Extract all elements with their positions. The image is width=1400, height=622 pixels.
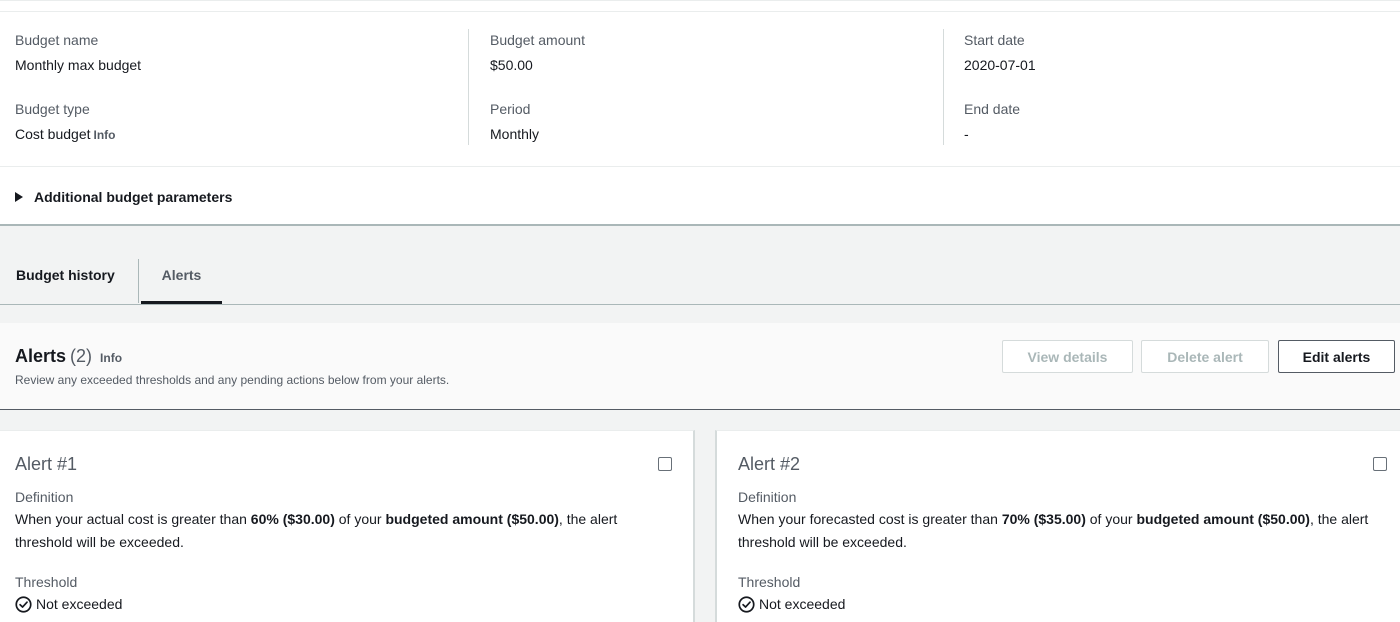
definition-budget-amount: budgeted amount ($50.00) [1136, 511, 1310, 527]
budget-type-value-row: Cost budget Info [15, 125, 455, 144]
definition-budget-amount: budgeted amount ($50.00) [385, 511, 559, 527]
summary-divider [0, 166, 1400, 167]
budget-type-value: Cost budget [15, 126, 91, 142]
additional-budget-parameters-label: Additional budget parameters [34, 189, 233, 205]
view-details-button[interactable]: View details [1002, 340, 1133, 373]
definition-middle: of your [334, 511, 386, 527]
budget-details-page: Budget name Monthly max budget Budget ty… [0, 0, 1400, 622]
threshold-status-text: Not exceeded [759, 596, 846, 612]
budget-type-label: Budget type [15, 101, 90, 117]
definition-label: Definition [738, 489, 797, 505]
alerts-heading: Alerts (2) Info [15, 344, 122, 370]
period-value: Monthly [490, 126, 540, 142]
threshold-label: Threshold [738, 574, 801, 590]
additional-budget-parameters-toggle[interactable]: Additional budget parameters [15, 187, 232, 207]
column-divider [468, 29, 469, 145]
alerts-description: Review any exceeded thresholds and any p… [15, 373, 450, 387]
tab-separator [138, 259, 139, 303]
definition-prefix: When your actual cost is greater than [15, 511, 251, 527]
period-label: Period [490, 101, 531, 117]
tab-budget-history[interactable]: Budget history [16, 256, 115, 294]
definition-threshold: 60% ($30.00) [250, 511, 335, 527]
budget-summary-panel: Budget name Monthly max budget Budget ty… [0, 0, 1400, 226]
edit-alerts-button[interactable]: Edit alerts [1278, 340, 1395, 373]
start-date-value: 2020-07-01 [964, 57, 1036, 73]
alert-card: Alert #2 Definition When your forecasted… [715, 430, 1400, 622]
column-divider [943, 29, 944, 145]
alert-select-checkbox[interactable] [658, 457, 672, 471]
period-field: Period Monthly [490, 100, 930, 169]
threshold-label: Threshold [15, 574, 78, 590]
end-date-label: End date [964, 101, 1021, 117]
budget-name-value: Monthly max budget [15, 57, 142, 73]
alerts-count: (2) [70, 346, 93, 366]
alerts-title: Alerts [15, 346, 67, 366]
budget-name-label: Budget name [15, 32, 99, 48]
definition-prefix: When your forecasted cost is greater tha… [738, 511, 1002, 527]
summary-column-2: Budget amount $50.00 Period Monthly [490, 31, 930, 169]
alerts-info-link[interactable]: Info [100, 351, 122, 365]
definition-text: When your forecasted cost is greater tha… [738, 508, 1386, 554]
alert-select-checkbox[interactable] [1373, 457, 1387, 471]
alert-card: Alert #1 Definition When your actual cos… [0, 430, 695, 622]
start-date-label: Start date [964, 32, 1025, 48]
summary-column-3: Start date 2020-07-01 End date - [964, 31, 1400, 169]
budget-name-field: Budget name Monthly max budget [15, 31, 455, 100]
definition-threshold: 70% ($35.00) [1001, 511, 1086, 527]
budget-type-info-link[interactable]: Info [94, 128, 116, 142]
budget-amount-value: $50.00 [490, 57, 533, 73]
alerts-container-header: Alerts (2) Info Review any exceeded thresh… [0, 323, 1400, 410]
check-circle-icon [15, 595, 32, 613]
tab-alerts[interactable]: Alerts [141, 256, 222, 304]
caret-right-icon [15, 192, 23, 202]
summary-top-divider [0, 11, 1400, 12]
start-date-field: Start date 2020-07-01 [964, 31, 1400, 100]
threshold-status: Not exceeded [15, 595, 122, 613]
budget-amount-label: Budget amount [490, 32, 585, 48]
summary-column-1: Budget name Monthly max budget Budget ty… [15, 31, 455, 169]
threshold-status: Not exceeded [738, 595, 845, 613]
delete-alert-button[interactable]: Delete alert [1141, 340, 1269, 373]
end-date-field: End date - [964, 100, 1400, 169]
threshold-status-text: Not exceeded [36, 596, 123, 612]
alert-title: Alert #2 [738, 454, 801, 474]
budget-type-field: Budget type Cost budget Info [15, 100, 455, 169]
definition-middle: of your [1085, 511, 1137, 527]
definition-label: Definition [15, 489, 74, 505]
definition-text: When your actual cost is greater than 60… [15, 508, 675, 554]
check-circle-icon [738, 595, 755, 613]
tab-bar: Budget history Alerts [0, 228, 1400, 305]
end-date-value: - [964, 126, 969, 142]
alert-title: Alert #1 [15, 454, 78, 474]
budget-amount-field: Budget amount $50.00 [490, 31, 930, 100]
